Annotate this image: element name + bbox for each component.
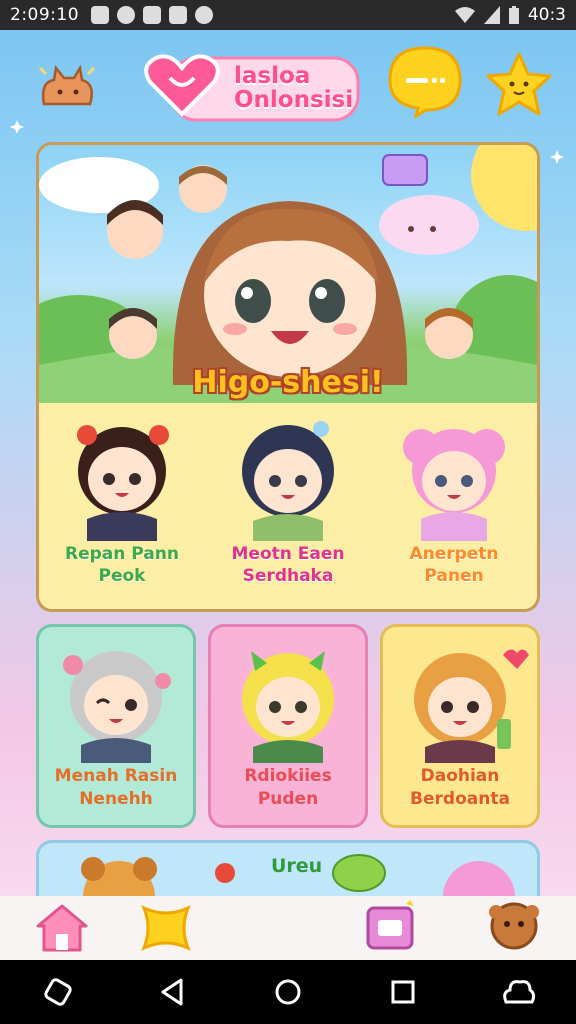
- notification-icon: [195, 6, 214, 24]
- card-name-line-1: Daohian: [420, 766, 500, 786]
- character-avatar: [414, 649, 529, 763]
- character-name-line-1: Repan Pann: [65, 544, 179, 564]
- featured-panel[interactable]: Higo-shesi! Repan Pann Peok Meotn Eaen S…: [36, 142, 540, 612]
- notification-icon: [117, 6, 136, 24]
- character-name-line-1: Anerpetn: [409, 544, 499, 564]
- battery-icon: [508, 6, 519, 24]
- card-name: Daohian Berdoanta: [383, 765, 537, 811]
- character-name: Anerpetn Panen: [371, 543, 537, 587]
- hero-title: Higo-shesi!: [192, 365, 384, 400]
- hero-banner: Higo-shesi!: [39, 145, 537, 403]
- character-name-line-2: Panen: [424, 566, 484, 586]
- next-row-card[interactable]: Ureu: [36, 840, 540, 896]
- character-avatar: [63, 651, 171, 763]
- featured-character-grid: Repan Pann Peok Meotn Eaen Serdhaka Aner…: [39, 407, 537, 607]
- status-right-text: 40:3: [527, 5, 566, 25]
- back-icon[interactable]: [153, 972, 193, 1012]
- wifi-icon: [454, 7, 475, 23]
- notification-icon: [143, 6, 162, 24]
- character-card[interactable]: Daohian Berdoanta: [380, 624, 540, 828]
- star-icon[interactable]: [134, 900, 198, 956]
- card-name-line-1: Menah Rasin: [54, 766, 178, 786]
- app-screen: lasloa Onlonsisi Higo-shesi! Repan Pann …: [0, 30, 576, 896]
- chat-icon[interactable]: [358, 900, 422, 956]
- character-card[interactable]: Meotn Eaen Serdhaka: [205, 407, 371, 607]
- character-name-line-2: Serdhaka: [242, 566, 334, 586]
- recents-icon[interactable]: [383, 972, 423, 1012]
- logo-text: lasloa Onlonsisi: [234, 64, 353, 112]
- sparkle-icon: [550, 150, 564, 164]
- character-avatar: [77, 425, 169, 541]
- card-name: Menah Rasin Nenehh: [39, 765, 193, 811]
- home-icon[interactable]: [30, 900, 94, 956]
- character-card[interactable]: Repan Pann Peok: [39, 407, 205, 607]
- character-avatar: [242, 651, 334, 763]
- system-nav-bar: [0, 960, 576, 1024]
- next-row-label: Ureu: [271, 855, 323, 877]
- star-icon[interactable]: [484, 50, 554, 120]
- character-card[interactable]: Anerpetn Panen: [371, 407, 537, 607]
- sparkle-icon: [10, 120, 24, 134]
- cat-icon[interactable]: [34, 58, 100, 114]
- card-name-line-2: Nenehh: [79, 789, 153, 809]
- notification-icon: [169, 6, 188, 24]
- card-name-line-1: Rdiokiies: [244, 766, 332, 786]
- status-right: 40:3: [454, 5, 566, 25]
- character-card[interactable]: Menah Rasin Nenehh: [36, 624, 196, 828]
- header: lasloa Onlonsisi: [0, 30, 576, 140]
- card-name-line-2: Berdoanta: [410, 789, 510, 809]
- character-name-line-2: Peok: [98, 566, 146, 586]
- chat-bubble-button[interactable]: [386, 44, 464, 118]
- character-name-line-1: Meotn Eaen: [231, 544, 345, 564]
- profile-icon[interactable]: [482, 900, 546, 956]
- rotate-icon[interactable]: [38, 972, 78, 1012]
- character-card-row: Menah Rasin Nenehh Rdiokiies Puden Daohi…: [36, 624, 540, 828]
- status-notifications: [91, 6, 214, 24]
- status-time: 2:09:10: [10, 5, 80, 25]
- assistant-icon[interactable]: [498, 972, 538, 1012]
- character-name: Repan Pann Peok: [39, 543, 205, 587]
- signal-icon: [483, 6, 500, 24]
- character-avatar: [242, 421, 334, 541]
- character-card[interactable]: Rdiokiies Puden: [208, 624, 368, 828]
- status-bar: 2:09:10 40:3: [0, 0, 576, 30]
- notification-icon: [91, 6, 110, 24]
- character-name: Meotn Eaen Serdhaka: [205, 543, 371, 587]
- app-logo[interactable]: lasloa Onlonsisi: [142, 48, 360, 124]
- card-name-line-2: Puden: [257, 789, 319, 809]
- card-name: Rdiokiies Puden: [211, 765, 365, 811]
- bottom-nav: [0, 896, 576, 960]
- logo-line-2: Onlonsisi: [234, 87, 354, 113]
- character-avatar: [403, 429, 505, 541]
- home-circle-icon[interactable]: [268, 972, 308, 1012]
- logo-line-1: lasloa: [234, 63, 311, 89]
